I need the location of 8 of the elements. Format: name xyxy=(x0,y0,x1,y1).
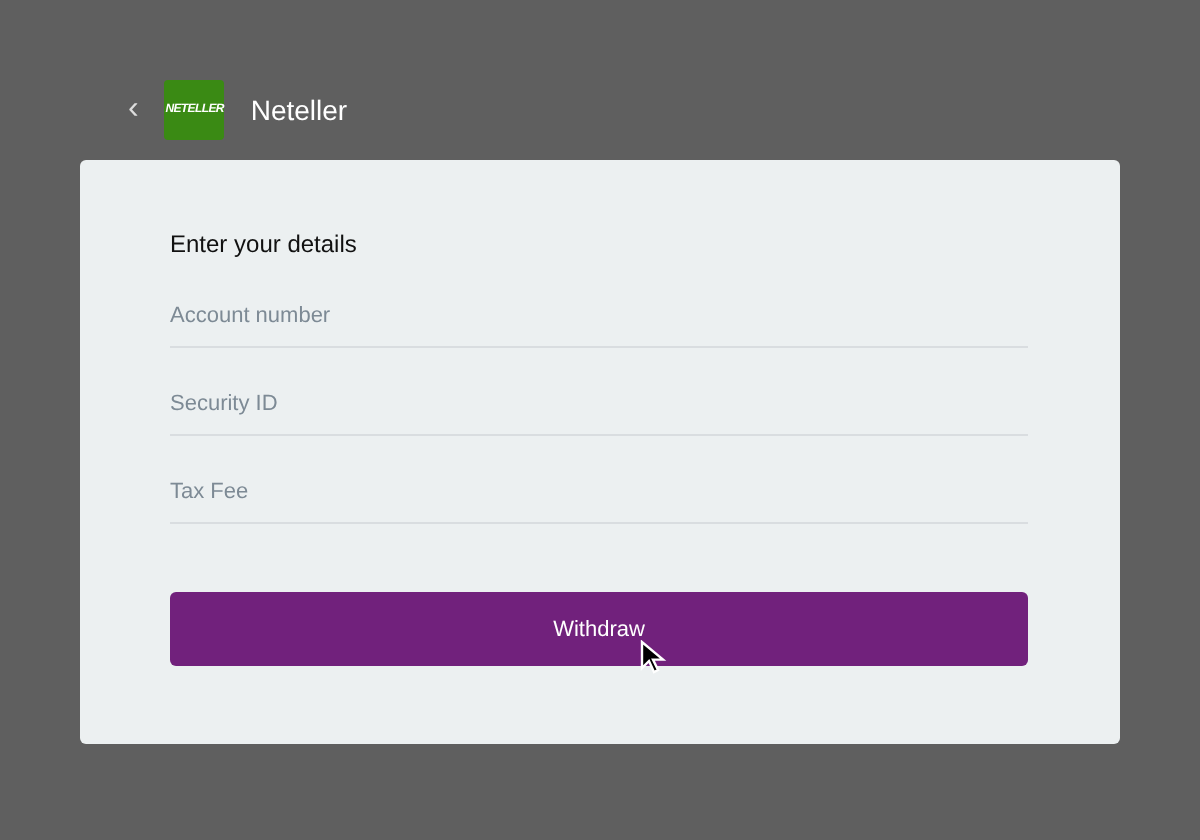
cursor-icon xyxy=(640,640,668,674)
input-field[interactable]: Tax Fee xyxy=(170,462,1028,524)
input-field[interactable]: Account number xyxy=(170,286,1028,348)
form-heading: Enter your details xyxy=(170,230,359,258)
input-field[interactable]: Security ID xyxy=(170,374,1028,436)
withdraw-button[interactable]: Withdraw xyxy=(170,592,1028,666)
page-title: Neteller xyxy=(250,94,348,126)
back-button[interactable]: ‹ xyxy=(128,94,139,126)
